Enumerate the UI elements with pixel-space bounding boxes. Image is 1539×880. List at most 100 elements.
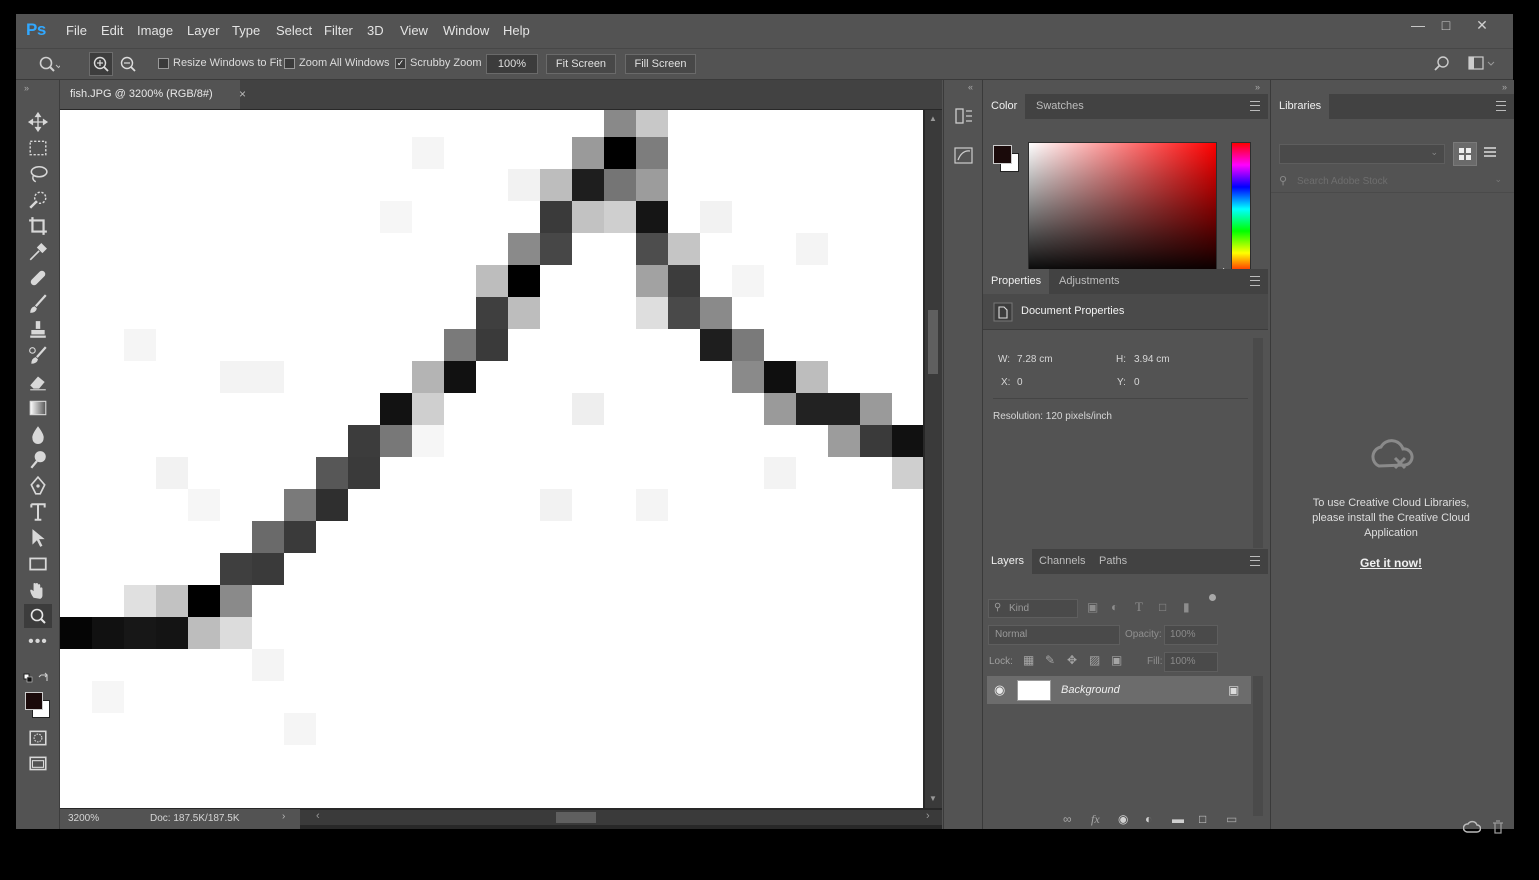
library-select[interactable]: ⌄ — [1279, 144, 1445, 164]
path-selection-tool-icon[interactable] — [27, 528, 49, 548]
layer-name[interactable]: Background — [1061, 684, 1120, 696]
vertical-scrollbar[interactable]: ▲ ▼ — [925, 110, 942, 808]
properties-scrollbar[interactable] — [1253, 338, 1263, 548]
fit-screen-button[interactable]: Fit Screen — [546, 54, 616, 74]
horizontal-scrollbar[interactable]: ‹ › — [300, 810, 942, 825]
dodge-tool-icon[interactable] — [27, 450, 49, 470]
menu-type[interactable]: Type — [232, 23, 260, 38]
lock-image-brush-icon[interactable]: ✎ — [1045, 653, 1055, 667]
scroll-down-icon[interactable]: ▼ — [929, 794, 937, 803]
color-foreground-swatch[interactable] — [993, 145, 1012, 164]
tab-properties[interactable]: Properties — [983, 269, 1050, 294]
zoom-percent-field[interactable]: 100% — [486, 54, 538, 74]
libraries-trash-icon[interactable] — [1491, 820, 1505, 834]
crop-tool-icon[interactable] — [27, 216, 49, 236]
brush-tool-icon[interactable] — [27, 294, 49, 314]
collapse-toolbar-icon[interactable]: » — [24, 83, 29, 93]
cloud-sync-icon[interactable] — [1463, 820, 1481, 834]
properties-panel-menu-icon[interactable] — [1250, 276, 1260, 286]
link-layers-icon[interactable]: ∞ — [1063, 812, 1072, 826]
hue-slider[interactable] — [1231, 142, 1251, 276]
new-group-folder-icon[interactable]: ▬ — [1172, 812, 1184, 826]
filter-adjustment-icon[interactable]: ◐ — [1111, 600, 1118, 614]
layer-visibility-eye-icon[interactable]: ◉ — [994, 682, 1005, 698]
menu-file[interactable]: File — [66, 23, 87, 38]
workspace-switcher-icon[interactable] — [1468, 56, 1498, 72]
zoom-level-readout[interactable]: 3200% — [68, 813, 99, 824]
quick-selection-tool-icon[interactable] — [27, 190, 49, 210]
x-value[interactable]: 0 — [1017, 377, 1023, 388]
scroll-left-icon[interactable]: ‹ — [316, 810, 320, 822]
zoom-out-icon[interactable] — [117, 53, 139, 75]
blend-mode-select[interactable]: Normal — [988, 625, 1120, 645]
adjustment-layer-icon[interactable]: ◐ — [1145, 812, 1152, 826]
layer-style-fx-icon[interactable]: fx — [1091, 812, 1100, 827]
resize-windows-checkbox[interactable] — [158, 58, 169, 69]
menu-filter[interactable]: Filter — [324, 23, 353, 38]
lasso-tool-icon[interactable] — [27, 164, 49, 184]
tab-paths[interactable]: Paths — [1091, 549, 1135, 574]
layers-scrollbar[interactable] — [1253, 676, 1263, 816]
eraser-tool-icon[interactable] — [27, 372, 49, 392]
status-menu-arrow-icon[interactable]: › — [282, 811, 285, 822]
opacity-field[interactable]: 100% — [1164, 625, 1218, 645]
edit-toolbar-icon[interactable]: ••• — [27, 632, 49, 652]
list-view-icon[interactable] — [1482, 146, 1498, 160]
menu-select[interactable]: Select — [276, 23, 312, 38]
layers-panel-menu-icon[interactable] — [1250, 556, 1260, 566]
layer-filter-kind-select[interactable]: ⚲ Kind — [988, 599, 1078, 618]
zoom-in-button[interactable] — [89, 52, 113, 76]
lock-position-move-icon[interactable]: ✥ — [1067, 653, 1077, 667]
healing-brush-tool-icon[interactable] — [27, 268, 49, 288]
fill-screen-button[interactable]: Fill Screen — [625, 54, 696, 74]
lock-artboard-icon[interactable]: ▨ — [1089, 653, 1100, 667]
menu-image[interactable]: Image — [137, 23, 173, 38]
vertical-scroll-thumb[interactable] — [928, 310, 938, 374]
menu-help[interactable]: Help — [503, 23, 530, 38]
type-tool-icon[interactable] — [27, 502, 49, 522]
rectangle-tool-icon[interactable] — [27, 554, 49, 574]
fill-field[interactable]: 100% — [1164, 652, 1218, 672]
filter-toggle-icon[interactable] — [1209, 594, 1216, 601]
menu-layer[interactable]: Layer — [187, 23, 220, 38]
grid-view-button[interactable] — [1453, 142, 1477, 166]
tab-color[interactable]: Color — [983, 94, 1026, 119]
horizontal-scroll-thumb[interactable] — [556, 812, 596, 823]
color-panel-menu-icon[interactable] — [1250, 101, 1260, 111]
collapse-panels-icon[interactable]: » — [1255, 82, 1260, 92]
menu-window[interactable]: Window — [443, 23, 489, 38]
stock-search-bar[interactable]: ⚲ Search Adobe Stock ⌄ — [1271, 170, 1514, 193]
minimize-icon[interactable]: — — [1405, 17, 1431, 33]
screen-mode-icon[interactable] — [27, 754, 49, 774]
quick-mask-icon[interactable] — [27, 728, 49, 748]
filter-shape-icon[interactable]: □ — [1159, 600, 1166, 614]
libraries-panel-menu-icon[interactable] — [1496, 101, 1506, 111]
search-icon[interactable] — [1433, 55, 1451, 73]
hand-tool-icon[interactable] — [27, 580, 49, 600]
add-mask-icon[interactable]: ◉ — [1118, 812, 1128, 826]
new-layer-icon[interactable]: □ — [1199, 812, 1206, 826]
filter-pixel-icon[interactable]: ▣ — [1087, 600, 1098, 614]
tab-channels[interactable]: Channels — [1031, 549, 1093, 574]
tab-libraries[interactable]: Libraries — [1271, 94, 1330, 119]
close-icon[interactable]: ✕ — [1469, 17, 1495, 34]
menu-view[interactable]: View — [400, 23, 428, 38]
close-tab-icon[interactable]: × — [239, 80, 246, 109]
pen-tool-icon[interactable] — [27, 476, 49, 496]
tab-swatches[interactable]: Swatches — [1028, 94, 1092, 119]
default-swap-colors-icon[interactable] — [23, 672, 53, 686]
marquee-tool-icon[interactable] — [27, 138, 49, 158]
filter-type-icon[interactable]: T — [1135, 599, 1143, 615]
delete-layer-trash-icon[interactable]: ▭ — [1226, 812, 1237, 826]
gradient-tool-icon[interactable] — [27, 398, 49, 418]
tab-adjustments[interactable]: Adjustments — [1051, 269, 1128, 294]
foreground-color-swatch[interactable] — [25, 692, 43, 710]
scroll-up-icon[interactable]: ▲ — [929, 114, 937, 123]
height-value[interactable]: 3.94 cm — [1134, 354, 1170, 365]
menu-3d[interactable]: 3D — [367, 23, 384, 38]
image-canvas[interactable] — [60, 110, 923, 808]
color-picker-field[interactable] — [1028, 142, 1217, 276]
layer-row-background[interactable]: ◉ Background ▣ — [987, 676, 1251, 704]
zoom-all-checkbox[interactable] — [284, 58, 295, 69]
scroll-right-icon[interactable]: › — [926, 810, 930, 822]
